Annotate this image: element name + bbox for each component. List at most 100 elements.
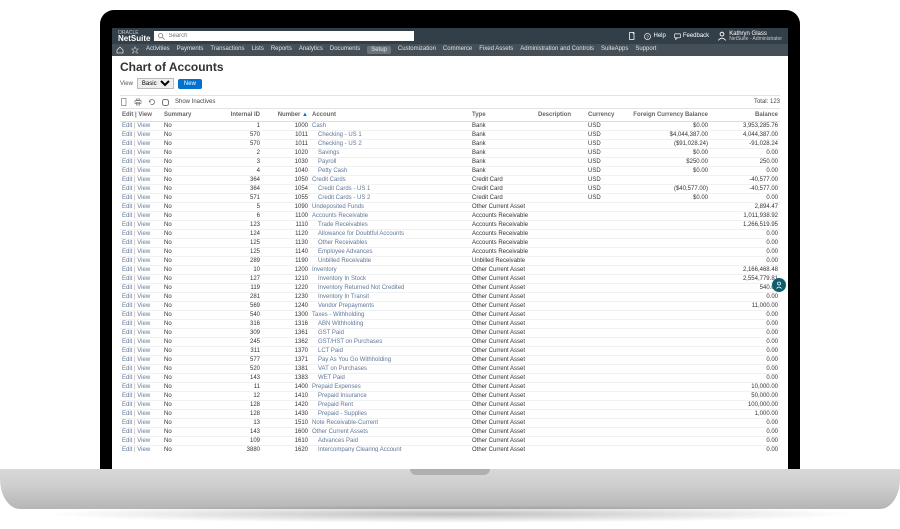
view-link[interactable]: View xyxy=(137,276,150,282)
column-header[interactable]: Account xyxy=(310,111,470,119)
account-link[interactable]: Credit Cards - US 2 xyxy=(310,194,470,202)
view-link[interactable]: View xyxy=(137,285,150,291)
view-select[interactable]: Basic xyxy=(137,78,174,89)
nav-item-administration-and-controls[interactable]: Administration and Controls xyxy=(520,46,594,54)
view-link[interactable]: View xyxy=(137,159,150,165)
account-link[interactable]: Cash xyxy=(310,122,470,130)
edit-link[interactable]: Edit xyxy=(122,294,132,300)
edit-link[interactable]: Edit xyxy=(122,159,132,165)
print-icon[interactable] xyxy=(134,98,142,106)
account-link[interactable]: Credit Cards - US 1 xyxy=(310,185,470,193)
column-header[interactable]: Currency xyxy=(586,111,630,119)
account-link[interactable]: GST Paid xyxy=(310,329,470,337)
edit-link[interactable]: Edit xyxy=(122,420,132,426)
feedback-link[interactable]: Feedback xyxy=(674,33,709,40)
account-link[interactable]: Advances Paid xyxy=(310,437,470,445)
account-link[interactable]: Note Receivable-Current xyxy=(310,419,470,427)
edit-link[interactable]: Edit xyxy=(122,123,132,129)
view-link[interactable]: View xyxy=(137,384,150,390)
view-link[interactable]: View xyxy=(137,186,150,192)
account-link[interactable]: Prepaid Rent xyxy=(310,401,470,409)
edit-link[interactable]: Edit xyxy=(122,411,132,417)
account-link[interactable]: Prepaid - Supplies xyxy=(310,410,470,418)
view-link[interactable]: View xyxy=(137,339,150,345)
edit-link[interactable]: Edit xyxy=(122,357,132,363)
view-link[interactable]: View xyxy=(137,294,150,300)
column-header[interactable]: Internal ID xyxy=(202,111,262,119)
account-link[interactable]: Inventory Returned Not Credited xyxy=(310,284,470,292)
column-header[interactable]: Type xyxy=(470,111,536,119)
view-link[interactable]: View xyxy=(137,447,150,452)
account-link[interactable]: ABN Withholding xyxy=(310,320,470,328)
view-link[interactable]: View xyxy=(137,249,150,255)
view-link[interactable]: View xyxy=(137,312,150,318)
edit-link[interactable]: Edit xyxy=(122,267,132,273)
edit-link[interactable]: Edit xyxy=(122,312,132,318)
account-link[interactable]: Undeposited Funds xyxy=(310,203,470,211)
nav-item-fixed-assets[interactable]: Fixed Assets xyxy=(479,46,513,54)
global-search[interactable] xyxy=(154,31,414,41)
nav-item-reports[interactable]: Reports xyxy=(271,46,292,54)
account-link[interactable]: Inventory In Stock xyxy=(310,275,470,283)
edit-link[interactable]: Edit xyxy=(122,240,132,246)
edit-link[interactable]: Edit xyxy=(122,402,132,408)
account-link[interactable]: LCT Paid xyxy=(310,347,470,355)
account-link[interactable]: Vendor Prepayments xyxy=(310,302,470,310)
account-link[interactable]: Savings xyxy=(310,149,470,157)
nav-item-analytics[interactable]: Analytics xyxy=(299,46,323,54)
view-link[interactable]: View xyxy=(137,267,150,273)
help-link[interactable]: ? Help xyxy=(644,33,665,40)
account-link[interactable]: Checking - US 1 xyxy=(310,131,470,139)
edit-link[interactable]: Edit xyxy=(122,429,132,435)
account-link[interactable]: Allowance for Doubtful Accounts xyxy=(310,230,470,238)
account-link[interactable]: Petty Cash xyxy=(310,167,470,175)
edit-link[interactable]: Edit xyxy=(122,177,132,183)
edit-link[interactable]: Edit xyxy=(122,249,132,255)
view-link[interactable]: View xyxy=(137,231,150,237)
view-link[interactable]: View xyxy=(137,303,150,309)
account-link[interactable]: GST/HST on Purchases xyxy=(310,338,470,346)
view-link[interactable]: View xyxy=(137,240,150,246)
view-link[interactable]: View xyxy=(137,168,150,174)
column-header[interactable]: Edit | View xyxy=(120,111,162,119)
nav-item-suiteapps[interactable]: SuiteApps xyxy=(601,46,628,54)
export-icon[interactable] xyxy=(120,98,128,106)
edit-link[interactable]: Edit xyxy=(122,186,132,192)
account-link[interactable]: Prepaid Insurance xyxy=(310,392,470,400)
view-link[interactable]: View xyxy=(137,375,150,381)
edit-link[interactable]: Edit xyxy=(122,150,132,156)
view-link[interactable]: View xyxy=(137,402,150,408)
nav-item-activities[interactable]: Activities xyxy=(146,46,170,54)
show-inactives-checkbox[interactable] xyxy=(162,99,169,106)
new-button[interactable]: New xyxy=(178,79,202,89)
view-link[interactable]: View xyxy=(137,321,150,327)
column-header[interactable]: Description xyxy=(536,111,586,119)
edit-link[interactable]: Edit xyxy=(122,330,132,336)
view-link[interactable]: View xyxy=(137,420,150,426)
edit-link[interactable]: Edit xyxy=(122,141,132,147)
edit-link[interactable]: Edit xyxy=(122,276,132,282)
account-link[interactable]: Intercompany Clearing Account xyxy=(310,446,470,452)
view-link[interactable]: View xyxy=(137,348,150,354)
edit-link[interactable]: Edit xyxy=(122,393,132,399)
account-link[interactable]: Pay As You Go Withholding xyxy=(310,356,470,364)
refresh-icon[interactable] xyxy=(148,98,156,106)
user-menu[interactable]: Kathryn Glass NetSuite - Administrator xyxy=(717,31,782,42)
edit-link[interactable]: Edit xyxy=(122,204,132,210)
edit-link[interactable]: Edit xyxy=(122,384,132,390)
view-link[interactable]: View xyxy=(137,150,150,156)
view-link[interactable]: View xyxy=(137,258,150,264)
account-link[interactable]: Prepaid Expenses xyxy=(310,383,470,391)
account-link[interactable]: VAT on Purchases xyxy=(310,365,470,373)
view-link[interactable]: View xyxy=(137,411,150,417)
view-link[interactable]: View xyxy=(137,132,150,138)
edit-link[interactable]: Edit xyxy=(122,168,132,174)
nav-item-customization[interactable]: Customization xyxy=(398,46,436,54)
account-link[interactable]: Payroll xyxy=(310,158,470,166)
edit-link[interactable]: Edit xyxy=(122,303,132,309)
view-link[interactable]: View xyxy=(137,195,150,201)
new-doc-icon[interactable] xyxy=(628,32,636,40)
edit-link[interactable]: Edit xyxy=(122,447,132,452)
edit-link[interactable]: Edit xyxy=(122,348,132,354)
view-link[interactable]: View xyxy=(137,222,150,228)
